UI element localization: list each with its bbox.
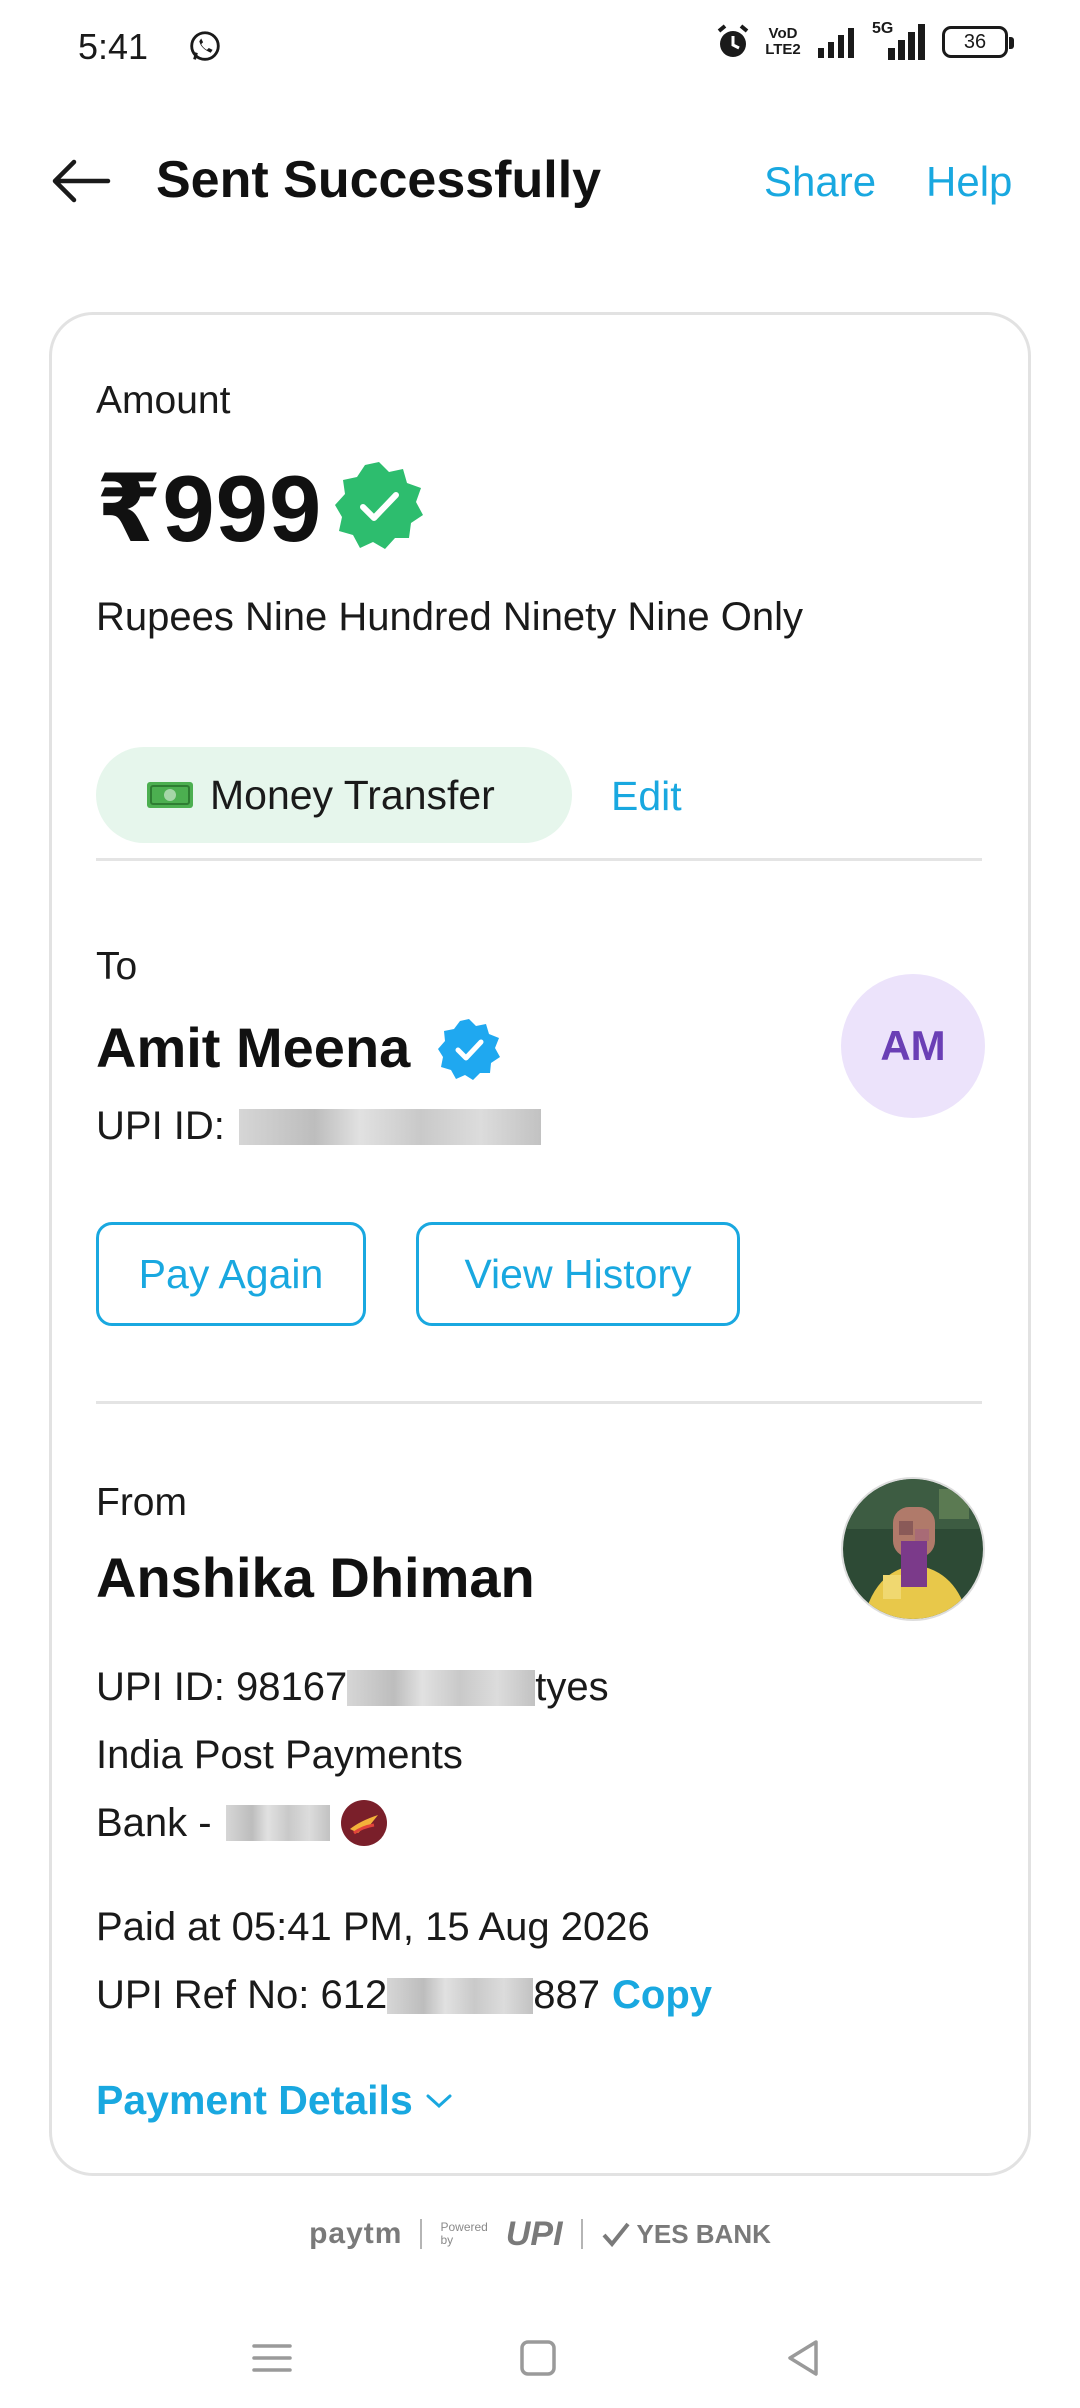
view-history-button[interactable]: View History — [416, 1222, 740, 1326]
amount-in-words: Rupees Nine Hundred Ninety Nine Only — [96, 595, 804, 639]
verified-badge-icon — [335, 462, 423, 549]
payment-details-label: Payment Details — [96, 2077, 413, 2123]
back-arrow-icon[interactable] — [48, 148, 114, 214]
alarm-icon — [717, 24, 749, 57]
status-icons: VoD LTE2 5G 36 — [716, 20, 1014, 60]
sender-bank-line1: India Post Payments — [96, 1733, 463, 1777]
yes-bank-text: YES BANK — [636, 2218, 771, 2249]
sender-upi-suffix: tyes — [535, 1665, 609, 1709]
sender-avatar — [841, 1477, 985, 1621]
from-label: From — [96, 1481, 187, 1524]
divider — [96, 1401, 982, 1404]
home-icon[interactable] — [510, 2330, 566, 2386]
redacted-account — [225, 1805, 330, 1841]
menu-icon[interactable] — [244, 2330, 300, 2386]
recipient-upi-id: UPI ID: — [96, 1104, 541, 1149]
page-title: Sent Successfully — [156, 151, 602, 209]
battery-level: 36 — [963, 30, 987, 53]
brand-separator — [420, 2219, 423, 2249]
powered-by-text: Powered by — [440, 2221, 487, 2247]
back-triangle-icon[interactable] — [776, 2330, 832, 2386]
share-button[interactable]: Share — [764, 158, 876, 206]
paid-at-text: Paid at 05:41 PM, 15 Aug 2026 — [96, 1905, 650, 1949]
volte-indicator: VoD LTE2 — [764, 26, 802, 58]
header: Sent Successfully Share Help — [0, 130, 1080, 230]
paytm-logo: paytm — [309, 2217, 403, 2250]
ref-suffix: 887 — [533, 1973, 600, 2017]
sender-name: Anshika Dhiman — [96, 1546, 535, 1609]
upi-id-label: UPI ID: — [96, 1104, 225, 1148]
system-nav-bar — [0, 2300, 1080, 2408]
edit-category-button[interactable]: Edit — [611, 773, 682, 820]
verified-badge-icon — [438, 1019, 500, 1080]
brand-separator — [580, 2219, 583, 2249]
redacted-ref — [387, 1977, 534, 2014]
amount-value: ₹999 — [96, 456, 323, 561]
redacted-upi-id — [347, 1669, 536, 1706]
recipient-name: Amit Meena — [96, 1016, 411, 1079]
redacted-upi-id — [238, 1108, 541, 1145]
powered-by-footer: paytm Powered by UPI YES BANK — [0, 2206, 1080, 2262]
battery-icon: 36 — [942, 26, 1014, 58]
check-icon — [602, 2222, 630, 2247]
payment-details-toggle[interactable]: Payment Details — [96, 2077, 453, 2124]
banknote-icon — [147, 782, 193, 808]
whatsapp-icon — [190, 31, 220, 61]
chevron-down-icon — [426, 2094, 452, 2108]
receipt-card: Amount ₹999 Rupees Nine Hundred Ninety N… — [49, 312, 1031, 2176]
copy-ref-button[interactable]: Copy — [612, 1973, 712, 2018]
signal-icon — [818, 28, 854, 58]
volte-bottom-text: LTE2 — [765, 41, 801, 58]
upi-logo: UPI — [505, 2214, 563, 2253]
recipient-avatar: AM — [841, 974, 985, 1118]
divider — [96, 858, 982, 861]
sender-upi-prefix: UPI ID: 98167 — [96, 1665, 348, 1709]
pay-again-button[interactable]: Pay Again — [96, 1222, 366, 1326]
sender-upi-id: UPI ID: 98167 tyes — [96, 1665, 609, 1710]
help-button[interactable]: Help — [926, 158, 1012, 206]
sender-bank-line2: Bank - — [96, 1799, 388, 1847]
upi-ref-number: UPI Ref No: 612 887 Copy — [96, 1973, 712, 2018]
volte-top-text: VoD — [768, 25, 798, 42]
signal-5g-icon: 5G — [872, 20, 928, 60]
yes-bank-logo: YES BANK — [601, 2219, 771, 2250]
india-post-bank-icon — [340, 1800, 387, 1846]
category-chip[interactable]: Money Transfer — [96, 747, 572, 843]
to-label: To — [96, 945, 138, 988]
powered-line2: by — [440, 2233, 454, 2247]
bank-label: Bank - — [96, 1800, 212, 1845]
category-label: Money Transfer — [210, 771, 495, 818]
status-bar: 5:41 VoD LTE2 5G 36 — [0, 0, 1080, 96]
status-time: 5:41 — [78, 26, 149, 67]
amount-label: Amount — [96, 379, 231, 422]
ref-prefix: UPI Ref No: 612 — [96, 1973, 388, 2017]
